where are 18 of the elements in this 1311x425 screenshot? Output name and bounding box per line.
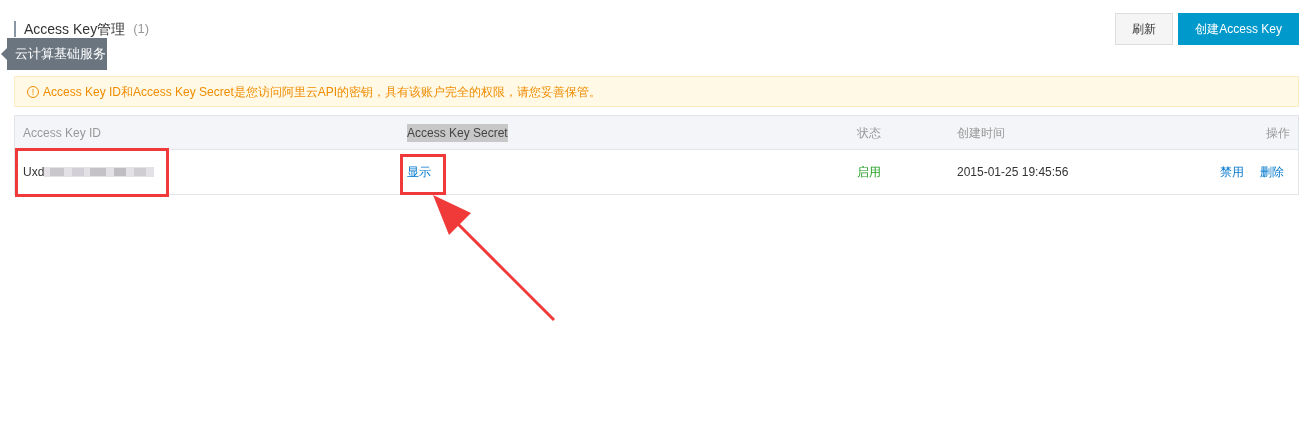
column-header: 状态 (857, 124, 881, 142)
column-header: Access Key ID (23, 124, 102, 142)
status-text: 启用 (857, 165, 881, 179)
disable-link[interactable]: 禁用 (1220, 163, 1244, 181)
key-count: (1) (133, 20, 150, 39)
page-title: Access Key管理 (24, 19, 126, 39)
tooltip-pointer (1, 48, 7, 60)
column-header: 操作 (1266, 124, 1290, 142)
show-link[interactable]: 显示 (407, 165, 431, 179)
tooltip: 云计算基础服务 (7, 38, 107, 70)
created-time: 2015-01-25 19:45:56 (957, 165, 1069, 179)
column-header: 创建时间 (957, 124, 1005, 142)
create-button[interactable]: 创建Access Key (1178, 13, 1299, 45)
alert-text: Access Key ID和Access Key Secret是您访问阿里云API的密钥，具有该账户完全的权限，请您妥善保管。 (43, 83, 602, 101)
column-header: Access Key Secret (407, 123, 508, 142)
delete-link[interactable]: 删除 (1260, 163, 1284, 181)
refresh-button[interactable]: 刷新 (1115, 13, 1174, 45)
key-id: Uxd (23, 164, 45, 181)
